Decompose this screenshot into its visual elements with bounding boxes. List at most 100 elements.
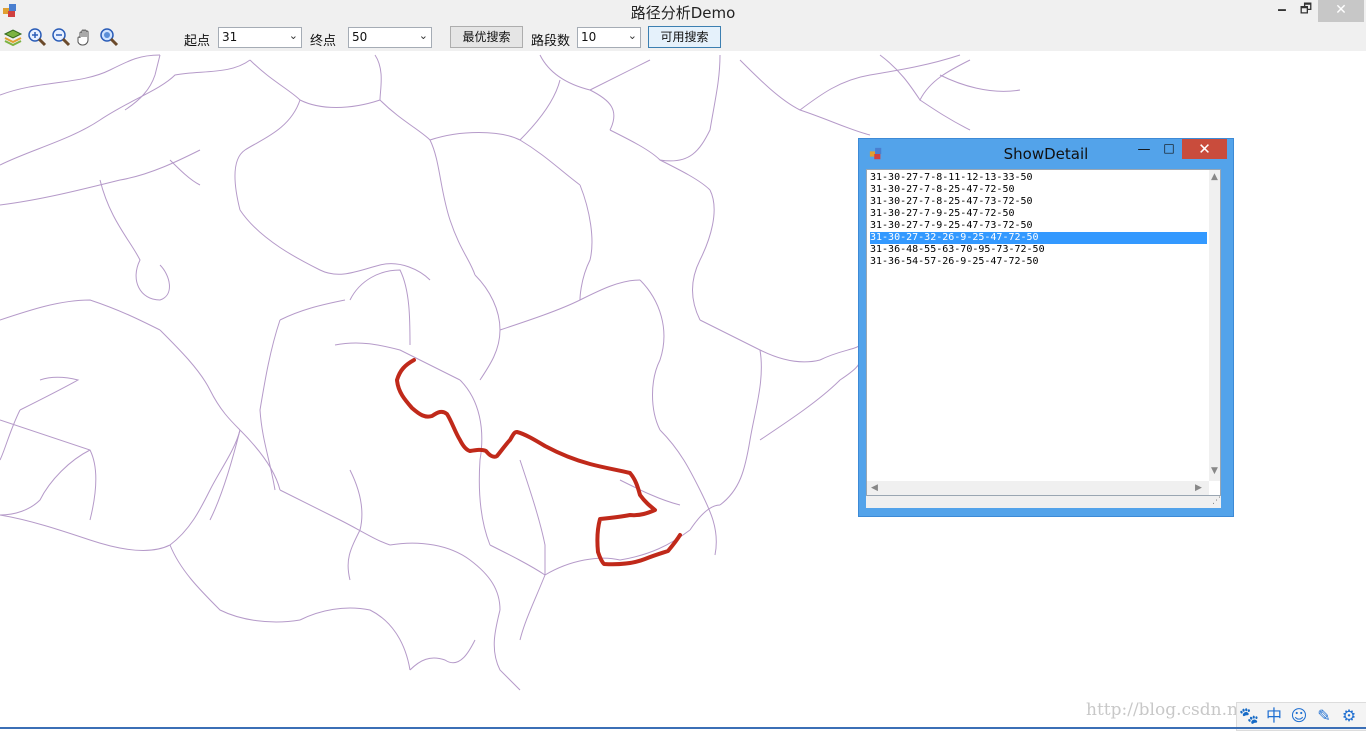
road-line (0, 449, 91, 516)
road-line (429, 132, 581, 186)
road-line (249, 59, 381, 108)
road-line (0, 149, 201, 206)
road-line (409, 639, 476, 671)
road-line (0, 409, 21, 461)
scroll-right-icon[interactable]: ▶ (1195, 483, 1202, 493)
road-line (589, 59, 651, 91)
list-item[interactable]: 31-30-27-7-9-25-47-73-72-50 (870, 220, 1207, 232)
start-label: 起点 (184, 34, 211, 49)
list-item[interactable]: 31-30-27-7-8-25-47-73-72-50 (870, 196, 1207, 208)
road-line (169, 159, 201, 186)
start-point-select[interactable]: 31 ⌄ (218, 27, 302, 48)
road-line (739, 59, 871, 136)
road-line (799, 54, 961, 111)
dialog-maximize-button[interactable]: □ (1161, 141, 1177, 155)
title-bar: 路径分析Demo 🗕 🗗 ✕ (0, 0, 1366, 24)
road-line (939, 74, 1021, 92)
end-point-value: 50 (352, 30, 368, 44)
road-line (659, 54, 721, 162)
road-line (279, 299, 346, 321)
road-line (234, 99, 301, 211)
road-line (519, 574, 546, 641)
road-line (539, 54, 615, 131)
road-line (499, 279, 641, 331)
chevron-down-icon: ⌄ (627, 29, 637, 42)
road-line (879, 54, 971, 101)
road-line (759, 359, 861, 441)
chinese-ime-icon[interactable]: 中 (1264, 706, 1284, 726)
road-line (919, 99, 971, 131)
dialog-minimize-button[interactable]: — (1136, 142, 1152, 157)
road-line (689, 504, 721, 531)
minimize-button[interactable]: 🗕 (1270, 0, 1294, 22)
toolbar: 起点 31 ⌄ 终点 50 ⌄ 最优搜索 路段数 10 ⌄ 可用搜索 (0, 23, 1366, 51)
road-line (259, 319, 281, 491)
list-item[interactable]: 31-30-27-7-8-11-12-13-33-50 (870, 172, 1207, 184)
resize-grip-icon[interactable]: ⋰ (1212, 496, 1221, 506)
road-line (474, 274, 501, 381)
status-strip: ⋰ (866, 496, 1221, 508)
dialog-close-button[interactable]: ✕ (1182, 139, 1227, 159)
paw-icon[interactable]: 🐾 (1239, 706, 1259, 726)
zoom-in-icon[interactable] (27, 27, 47, 47)
pen-icon[interactable]: ✎ (1314, 706, 1334, 726)
road-line (159, 329, 241, 431)
horizontal-scrollbar[interactable]: ◀ ▶ (867, 481, 1209, 495)
road-line (489, 544, 546, 576)
scroll-left-icon[interactable]: ◀ (871, 483, 878, 493)
road-line (699, 319, 821, 363)
road-line (374, 54, 382, 101)
road-line (99, 179, 170, 301)
available-search-button[interactable]: 可用搜索 (648, 26, 721, 48)
road-line (459, 379, 491, 546)
end-label: 终点 (310, 34, 337, 49)
road-line (819, 344, 861, 361)
end-point-select[interactable]: 50 ⌄ (348, 27, 432, 48)
pan-hand-icon[interactable] (75, 27, 95, 47)
list-item[interactable]: 31-36-54-57-26-9-25-47-72-50 (870, 256, 1207, 268)
road-line (519, 459, 546, 575)
vertical-scrollbar[interactable]: ▲ ▼ (1209, 170, 1220, 481)
best-search-button[interactable]: 最优搜索 (450, 26, 523, 48)
layers-icon[interactable] (3, 27, 23, 47)
window-title: 路径分析Demo (630, 4, 736, 22)
full-extent-icon[interactable] (99, 27, 119, 47)
route-line (395, 358, 682, 567)
road-line (169, 544, 301, 623)
list-item[interactable]: 31-30-27-7-9-25-47-72-50 (870, 208, 1207, 220)
segments-select[interactable]: 10 ⌄ (577, 27, 641, 48)
maximize-button[interactable]: 🗗 (1294, 0, 1318, 22)
road-line (0, 419, 97, 521)
road-line (519, 79, 561, 141)
road-line (349, 269, 411, 346)
path-list[interactable]: 31-30-27-7-8-11-12-13-33-50 31-30-27-7-8-… (866, 169, 1221, 496)
settings-icon[interactable]: ⚙ (1339, 706, 1359, 726)
road-line (389, 542, 501, 611)
road-line (379, 99, 476, 276)
road-line (692, 189, 715, 321)
road-line (493, 609, 521, 691)
scroll-up-icon[interactable]: ▲ (1211, 172, 1218, 182)
road-line (0, 54, 161, 96)
shortest-route (395, 358, 682, 567)
road-line (19, 376, 80, 411)
road-line (579, 184, 593, 301)
list-item[interactable]: 31-30-27-7-8-25-47-72-50 (870, 184, 1207, 196)
segments-label: 路段数 (531, 34, 571, 49)
road-line (169, 429, 241, 546)
chevron-down-icon: ⌄ (288, 29, 298, 42)
list-item[interactable]: 31-36-48-55-63-70-95-73-72-50 (870, 244, 1207, 256)
road-line (659, 429, 717, 556)
show-detail-dialog: ShowDetail — □ ✕ 31-30-27-7-8-11-12-13-3… (858, 138, 1234, 517)
road-line (719, 349, 762, 506)
road-line (619, 479, 681, 506)
road-line (0, 514, 171, 551)
smiley-icon[interactable]: ☺ (1289, 706, 1309, 726)
list-item[interactable]: 31-30-27-32-26-9-25-47-72-50 (870, 232, 1207, 244)
zoom-out-icon[interactable] (51, 27, 71, 47)
road-line (239, 209, 431, 281)
segments-value: 10 (581, 30, 597, 44)
road-line (639, 279, 665, 431)
close-button[interactable]: ✕ (1318, 0, 1364, 22)
scroll-down-icon[interactable]: ▼ (1211, 466, 1218, 476)
